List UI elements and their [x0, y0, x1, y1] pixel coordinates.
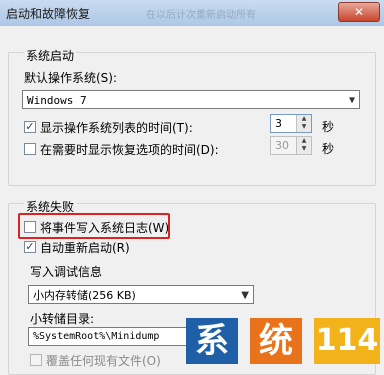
window-title: 启动和故障恢复: [6, 7, 91, 21]
overwrite-checkbox[interactable]: [30, 354, 42, 366]
checkmark-icon: ✓: [25, 120, 35, 133]
debug-info-label: 写入调试信息: [30, 265, 103, 279]
show-os-list-value: 3: [275, 117, 282, 130]
close-icon: ✕: [353, 5, 365, 19]
default-os-label: 默认操作系统(S):: [24, 71, 118, 85]
show-os-list-label: 显示操作系统列表的时间(T):: [40, 121, 193, 135]
show-recovery-value: 30: [275, 139, 289, 152]
chevron-down-icon: ▼: [348, 95, 355, 106]
auto-restart-label: 自动重新启动(R): [40, 241, 130, 255]
dump-dir-value: %SystemRoot%\Minidump: [33, 331, 160, 342]
debug-info-value: 小内存转储(256 KB): [33, 289, 136, 302]
debug-info-select[interactable]: 小内存转储(256 KB) ▼: [28, 285, 254, 304]
write-event-label: 将事件写入系统日志(W): [40, 221, 170, 235]
watermark-char-1: 系: [195, 321, 229, 361]
chevron-down-icon: ▼: [241, 290, 249, 301]
watermark-box-1: 系: [186, 318, 238, 364]
watermark-box-2: 统: [250, 318, 302, 364]
default-os-value: Windows 7: [27, 94, 87, 107]
title-bar: 启动和故障恢复 在以后计次重新启动所有 ✕: [0, 0, 384, 27]
default-os-select[interactable]: Windows 7 ▼: [22, 90, 360, 109]
overwrite-label: 覆盖任何现有文件(O): [46, 354, 161, 368]
watermark-box-3: 114: [314, 318, 380, 364]
show-os-list-unit: 秒: [322, 120, 335, 134]
show-recovery-spinner[interactable]: 30 ▲ ▼: [270, 136, 312, 155]
system-startup-heading: 系统启动: [24, 47, 77, 64]
dump-dir-label: 小转储目录:: [30, 312, 95, 326]
dump-dir-input[interactable]: %SystemRoot%\Minidump: [28, 327, 194, 346]
checkmark-icon: ✓: [25, 240, 35, 253]
spin-up-icon[interactable]: ▲: [297, 137, 311, 145]
show-recovery-label: 在需要时显示恢复选项的时间(D):: [40, 143, 219, 157]
spin-down-icon[interactable]: ▼: [297, 123, 311, 131]
auto-restart-checkbox[interactable]: ✓: [24, 241, 36, 253]
watermark-char-2: 统: [259, 321, 293, 361]
spin-down-icon[interactable]: ▼: [297, 145, 311, 153]
close-button[interactable]: ✕: [338, 2, 380, 22]
write-event-checkbox[interactable]: [24, 221, 36, 233]
spin-up-icon[interactable]: ▲: [297, 115, 311, 123]
show-recovery-unit: 秒: [322, 142, 335, 156]
window-title-faded: 在以后计次重新启动所有: [146, 10, 256, 21]
watermark-char-3: 114: [315, 323, 379, 358]
show-os-list-checkbox[interactable]: ✓: [24, 121, 36, 133]
show-recovery-checkbox[interactable]: [24, 143, 36, 155]
show-os-list-spinner[interactable]: 3 ▲ ▼: [270, 114, 312, 133]
